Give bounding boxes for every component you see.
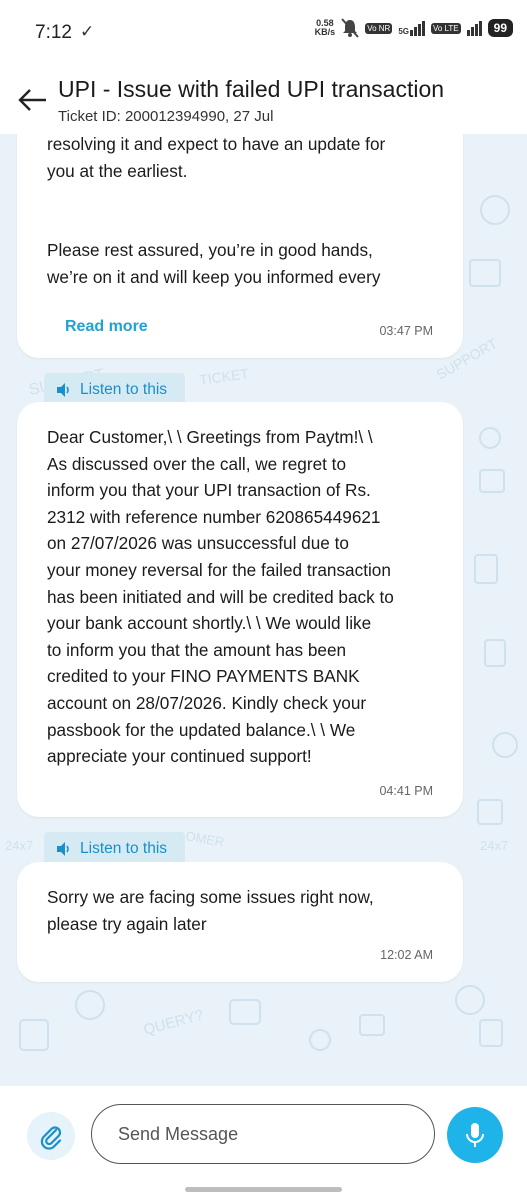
message-composer bbox=[0, 1086, 527, 1200]
listen-label: Listen to this bbox=[80, 380, 168, 398]
message-time: 04:41 PM bbox=[379, 784, 433, 798]
network-speed: 0.58 KB/s bbox=[314, 18, 336, 37]
mic-button[interactable] bbox=[447, 1107, 503, 1163]
speaker-icon bbox=[57, 382, 69, 397]
read-more-link[interactable]: Read more bbox=[65, 318, 148, 336]
status-time: 7:12 bbox=[35, 22, 72, 43]
mute-bell-icon bbox=[341, 18, 359, 38]
message-text: Sorry we are facing some issues right no… bbox=[47, 887, 374, 934]
status-bar: 7:12 ✓ 0.58 KB/s Vo NR 5G Vo LTE 99 bbox=[0, 0, 527, 62]
vonr-badge: Vo NR bbox=[365, 22, 393, 34]
home-indicator bbox=[185, 1187, 342, 1192]
paperclip-icon bbox=[40, 1126, 62, 1150]
microphone-icon bbox=[466, 1123, 484, 1147]
attach-button[interactable] bbox=[27, 1112, 75, 1160]
message-bubble: Sorry we are facing some issues right no… bbox=[17, 862, 463, 982]
signal-5g-icon: 5G bbox=[398, 20, 425, 36]
message-time: 12:02 AM bbox=[380, 948, 433, 962]
battery-icon: 99 bbox=[487, 19, 513, 37]
message-bubble: resolving it and expect to have an updat… bbox=[17, 134, 463, 358]
status-indicators: 0.58 KB/s Vo NR 5G Vo LTE 99 bbox=[315, 18, 513, 38]
speaker-icon bbox=[57, 841, 69, 856]
back-arrow-icon[interactable] bbox=[16, 84, 48, 116]
message-bubble: Dear Customer,\ \ Greetings from Paytm!\… bbox=[17, 402, 463, 817]
signal-icon bbox=[466, 20, 482, 36]
listen-button[interactable]: Listen to this bbox=[44, 832, 185, 865]
chat-messages: resolving it and expect to have an updat… bbox=[0, 134, 527, 1084]
message-input[interactable] bbox=[91, 1104, 435, 1164]
message-text: resolving it and expect to have an updat… bbox=[47, 134, 386, 287]
listen-label: Listen to this bbox=[80, 839, 168, 857]
volte-badge: Vo LTE bbox=[430, 22, 461, 34]
ticket-title: UPI - Issue with failed UPI transaction bbox=[58, 76, 445, 102]
check-mark-icon: ✓ bbox=[80, 22, 95, 41]
ticket-id: Ticket ID: 200012394990, 27 Jul bbox=[58, 108, 274, 125]
message-time: 03:47 PM bbox=[379, 324, 433, 338]
message-text: Dear Customer,\ \ Greetings from Paytm!\… bbox=[47, 427, 394, 767]
chat-header: UPI - Issue with failed UPI transaction … bbox=[0, 62, 527, 134]
